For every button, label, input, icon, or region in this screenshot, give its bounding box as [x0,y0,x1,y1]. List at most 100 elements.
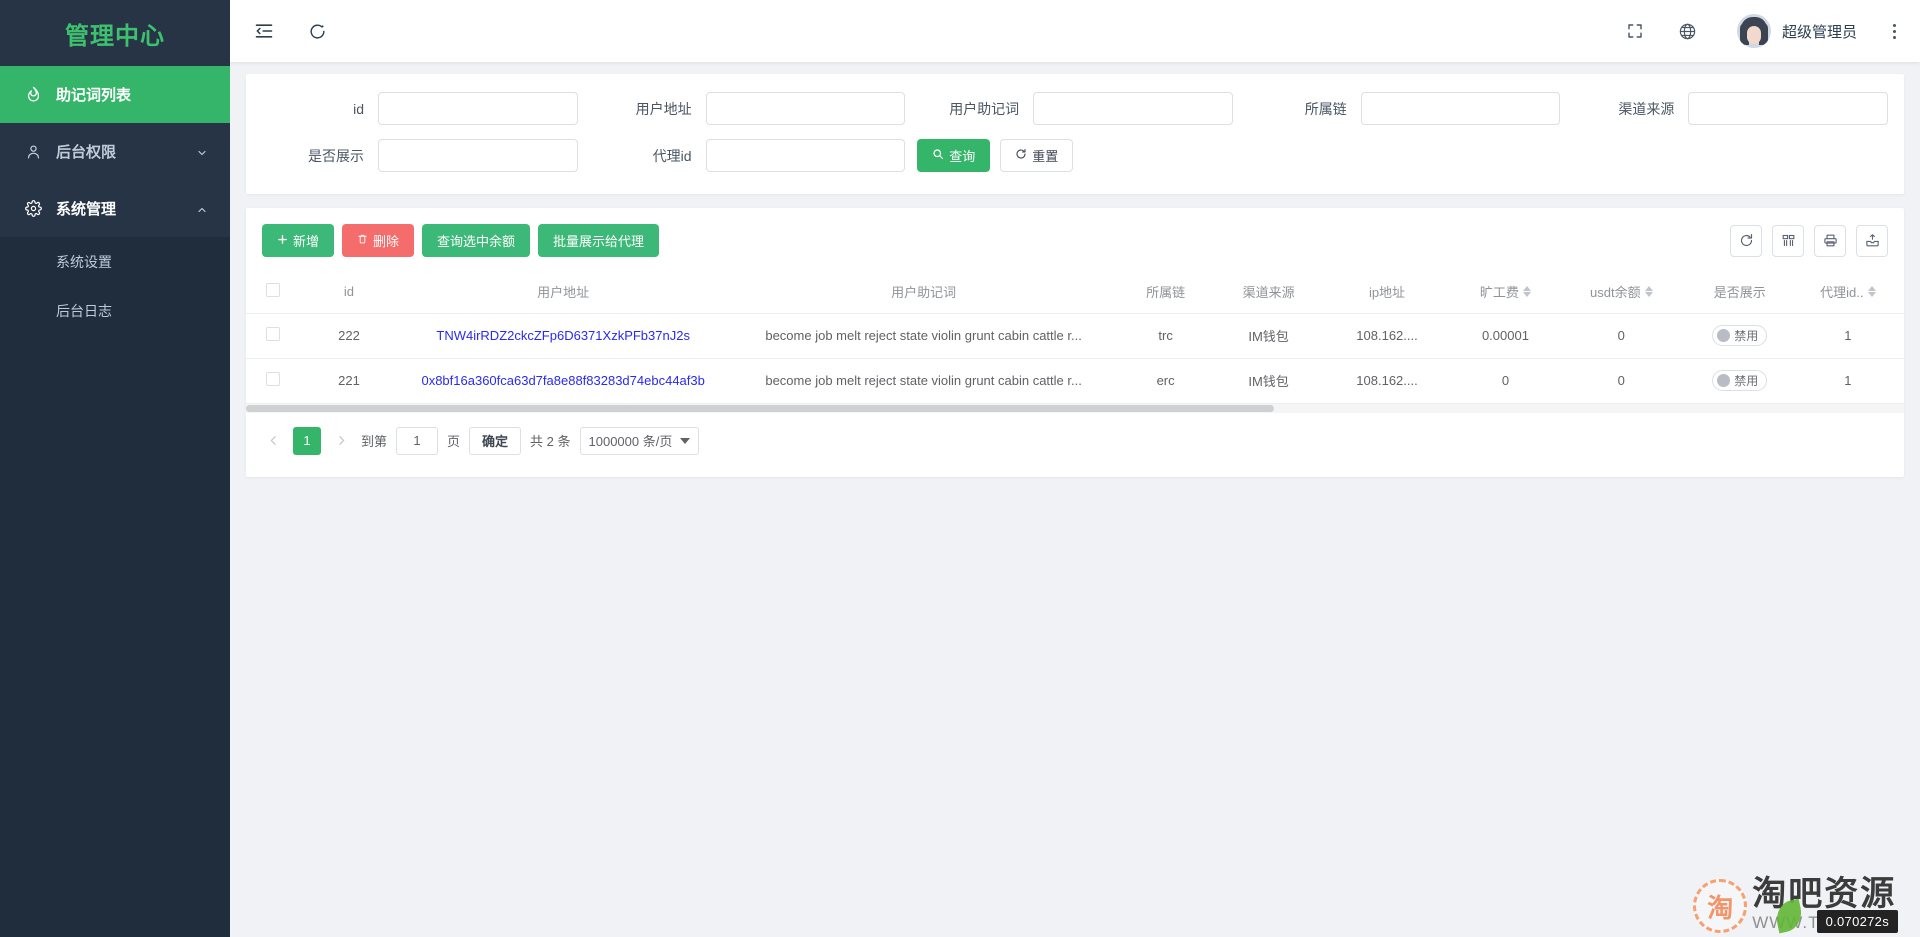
query-selected-balance-button[interactable]: 查询选中余额 [422,224,531,257]
gear-icon [22,200,44,217]
column-label: usdt余额 [1590,285,1641,301]
export-icon[interactable] [1856,224,1888,257]
row-checkbox[interactable] [265,327,280,341]
toggle-knob [1717,374,1731,387]
horizontal-scrollbar[interactable] [246,403,1904,413]
goto-page-input[interactable] [396,426,439,455]
page-number-1[interactable]: 1 [293,426,321,455]
filter-label: 渠道来源 [1618,100,1675,117]
table-toolbar-left: 新增 删除 查询选中余额 批量展示给代理 [262,224,660,257]
filter-input-mnemonic[interactable] [1033,92,1233,125]
filter-input-id[interactable] [378,92,578,125]
sort-icon[interactable] [1644,286,1653,298]
watermark-seal: 淘 [1693,879,1748,933]
plus-icon [277,233,288,248]
batch-show-button-label: 批量展示给代理 [553,234,645,249]
menu-fold-icon[interactable] [254,20,276,42]
scrollbar-thumb[interactable] [246,404,1274,412]
address-link[interactable]: TNW4irRDZ2ckcZFp6D6371XzkPFb37nJ2s [436,328,690,343]
search-button-label: 查询 [949,149,976,164]
sidebar-item-mnemonic-list[interactable]: 助记词列表 [0,66,230,123]
show-toggle[interactable]: 禁用 [1712,370,1768,391]
filter-input-channel[interactable] [1688,92,1888,125]
table-header-row: id 用户地址 用户助记词 所属链 渠道来源 ip地址 旷工费 usdt余额 是… [246,271,1904,314]
show-toggle[interactable]: 禁用 [1712,325,1768,346]
cell-chain: trc [1119,313,1212,359]
print-icon[interactable] [1814,224,1846,257]
column-header-ip[interactable]: ip地址 [1325,271,1449,314]
query-balance-button-label: 查询选中余额 [437,234,516,249]
user-menu[interactable]: 超级管理员 [1736,14,1857,48]
table-body: 222 TNW4irRDZ2ckcZFp6D6371XzkPFb37nJ2s b… [246,313,1904,404]
goto-confirm-button[interactable]: 确定 [469,426,522,455]
row-checkbox[interactable] [265,372,280,386]
globe-icon[interactable] [1678,22,1697,41]
cell-id: 222 [299,313,399,359]
cell-address: 0x8bf16a360fca63d7fa8e88f83283d74ebc44af… [398,358,728,404]
cell-created-time: 2022-10-... [1896,313,1904,359]
select-all-checkbox[interactable] [265,283,280,298]
column-header-address[interactable]: 用户地址 [398,271,728,314]
add-button[interactable]: 新增 [262,224,335,257]
column-header-chain[interactable]: 所属链 [1119,271,1212,314]
page-size-label: 1000000 条/页 [588,434,673,449]
sidebar-item-system-settings[interactable]: 系统设置 [0,237,230,286]
column-header-created-time[interactable]: 创建时间 [1896,271,1904,314]
filter-label: 用户地址 [635,100,692,117]
column-header-id[interactable]: id [299,271,399,314]
next-page-button[interactable] [330,427,352,455]
filter-input-chain[interactable] [1360,92,1561,125]
sort-icon[interactable] [1867,286,1876,298]
topbar: 超级管理员 [230,0,1920,62]
column-label: 代理id.. [1820,285,1864,301]
reset-button[interactable]: 重置 [1000,139,1074,172]
column-header-agent-id[interactable]: 代理id.. [1798,271,1897,314]
column-header-usdt[interactable]: usdt余额 [1562,271,1681,314]
table-row[interactable]: 222 TNW4irRDZ2ckcZFp6D6371XzkPFb37nJ2s b… [246,313,1904,359]
cell-channel: IM钱包 [1211,313,1326,359]
sidebar: 管理中心 助记词列表 后台权限 系统管理 系统设置 后台日志 [0,0,230,937]
search-button[interactable]: 查询 [917,139,991,172]
sidebar-item-system-management[interactable]: 系统管理 [0,180,230,237]
column-header-is-show[interactable]: 是否展示 [1680,271,1799,314]
fullscreen-icon[interactable] [1626,22,1644,40]
delete-button[interactable]: 删除 [342,224,415,257]
cell-mnemonic: become job melt reject state violin grun… [727,313,1120,359]
data-table: id 用户地址 用户助记词 所属链 渠道来源 ip地址 旷工费 usdt余额 是… [246,271,1904,404]
filter-row-2: 是否展示 代理id 查询 重置 [256,139,1894,172]
filter-field-mnemonic: 用户助记词 [911,92,1239,125]
chevron-down-icon [196,146,208,158]
column-header-channel[interactable]: 渠道来源 [1211,271,1326,314]
pagination: 1 到第 页 确定 共 2 条 1000000 条/页 [246,413,1904,469]
column-header-gas[interactable]: 旷工费 [1448,271,1563,314]
filter-field-user-address: 用户地址 [584,92,912,125]
page-size-select[interactable]: 1000000 条/页 [579,426,700,455]
table-panel: 新增 删除 查询选中余额 批量展示给代理 id 用户地址 用户助记词 所属链 渠… [246,208,1904,477]
watermark-url: WWW.TAO8.NET [1752,913,1898,932]
address-link[interactable]: 0x8bf16a360fca63d7fa8e88f83283d74ebc44af… [421,373,704,388]
sidebar-submenu-system: 系统设置 后台日志 [0,237,230,335]
column-label: id [343,284,355,300]
refresh-icon[interactable] [308,20,330,42]
sidebar-subitem-label: 后台日志 [56,302,112,319]
username-label: 超级管理员 [1781,23,1857,41]
kebab-menu-icon[interactable] [1893,23,1896,39]
prev-page-button[interactable] [262,427,284,455]
batch-show-to-agent-button[interactable]: 批量展示给代理 [538,224,660,257]
column-header-mnemonic[interactable]: 用户助记词 [727,271,1120,314]
sidebar-item-label: 后台权限 [56,144,117,161]
sidebar-item-backend-log[interactable]: 后台日志 [0,286,230,335]
sort-icon[interactable] [1522,286,1531,298]
filter-input-is-show[interactable] [378,139,578,172]
goto-prefix-label: 到第 [361,434,388,449]
render-timer-badge: 0.070272s [1816,910,1898,933]
sidebar-item-backend-permission[interactable]: 后台权限 [0,123,230,180]
filter-input-agent-id[interactable] [705,139,906,172]
column-label: 所属链 [1146,285,1186,301]
cell-chain: erc [1119,358,1212,404]
refresh-icon[interactable] [1730,224,1762,257]
table-row[interactable]: 221 0x8bf16a360fca63d7fa8e88f83283d74ebc… [246,358,1904,404]
column-settings-icon[interactable] [1772,224,1804,257]
delete-button-label: 删除 [373,234,400,249]
filter-input-user-address[interactable] [705,92,906,125]
